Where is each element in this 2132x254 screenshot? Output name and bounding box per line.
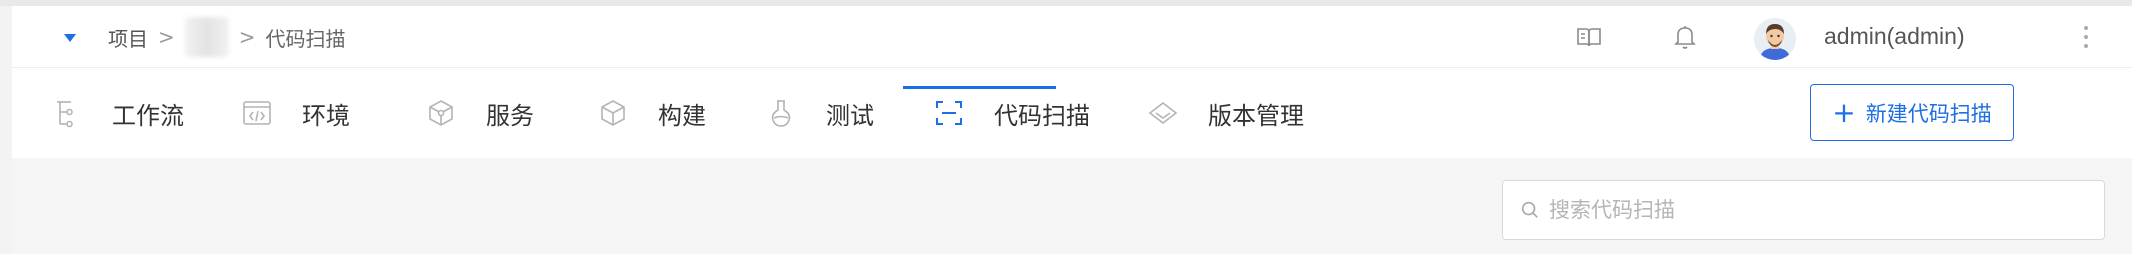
tab-label: 构建 [658,101,706,130]
book-icon[interactable] [1574,22,1604,52]
new-code-scan-label: 新建代码扫描 [1865,101,1992,126]
tab-label: 服务 [486,101,534,130]
bell-icon[interactable] [1670,22,1700,52]
avatar[interactable] [1754,18,1796,60]
tab-label: 环境 [302,101,350,130]
breadcrumb: 项目 > > 代码扫描 [108,17,346,57]
environment-icon [240,96,274,130]
search-icon [1519,199,1541,221]
search-input[interactable] [1549,198,2089,222]
tab-version[interactable]: 版本管理 [1146,68,1304,158]
tab-test[interactable]: 测试 [764,68,874,158]
version-icon [1146,96,1180,130]
search-box[interactable] [1502,180,2105,240]
breadcrumb-project-redacted[interactable] [184,17,229,57]
test-icon [764,96,798,130]
breadcrumb-separator: > [238,25,256,49]
code-scan-icon [932,96,966,130]
active-tab-indicator [903,86,1056,89]
top-header: 项目 > > 代码扫描 admin(admin) [12,6,2132,68]
tab-label: 代码扫描 [994,101,1090,130]
tab-service[interactable]: 服务 [424,68,534,158]
tab-label: 测试 [826,101,874,130]
breadcrumb-separator: > [158,25,175,49]
left-gutter [0,6,12,254]
tab-build[interactable]: 构建 [596,68,706,158]
tab-workflow[interactable]: 工作流 [50,68,184,158]
service-icon [424,96,458,130]
more-icon[interactable] [2076,24,2096,50]
breadcrumb-current: 代码扫描 [265,26,346,51]
plus-icon: + [1832,95,1856,129]
tab-environment[interactable]: 环境 [240,68,350,158]
build-icon [596,96,630,130]
user-name[interactable]: admin(admin) [1824,23,1965,50]
tab-label: 版本管理 [1208,101,1304,130]
breadcrumb-root[interactable]: 项目 [108,23,148,52]
tab-code-scan[interactable]: 代码扫描 [932,68,1090,158]
collapse-icon[interactable] [60,28,80,48]
tab-label: 工作流 [112,101,184,130]
workflow-icon [50,96,84,130]
new-code-scan-button[interactable]: + 新建代码扫描 [1810,84,2014,141]
